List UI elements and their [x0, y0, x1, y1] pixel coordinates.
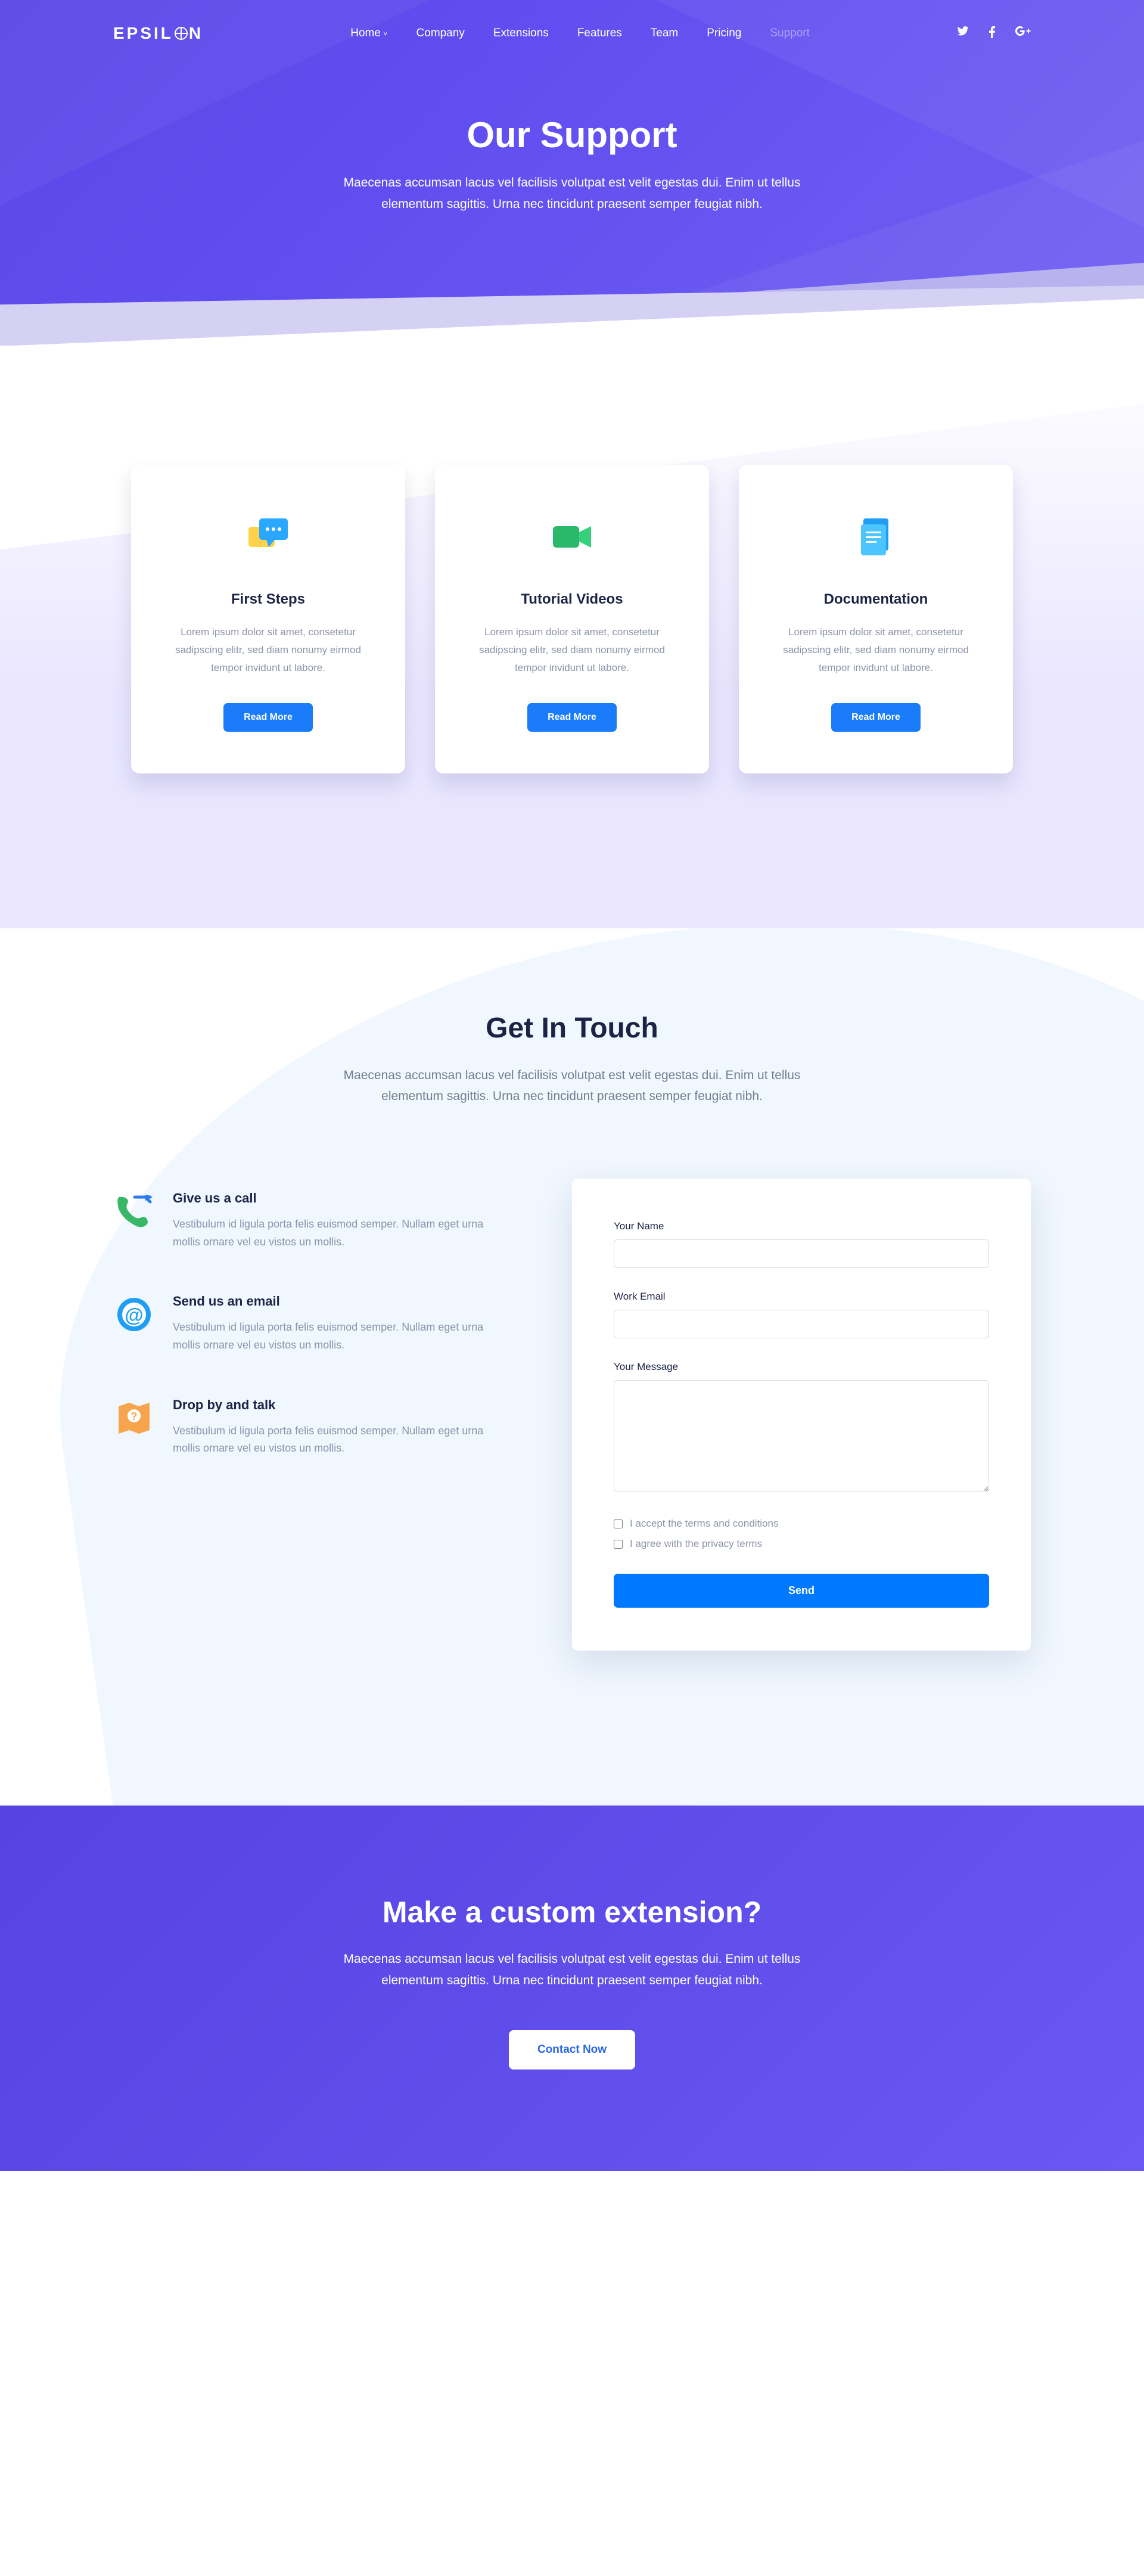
cta-button[interactable]: Contact Now — [509, 2030, 635, 2069]
info-call: Give us a call Vestibulum id ligula port… — [113, 1191, 548, 1251]
contact-title: Get In Touch — [0, 1012, 1144, 1045]
cta-section: Make a custom extension? Maecenas accums… — [0, 1806, 1144, 2171]
cta-subtitle: Maecenas accumsan lacus vel facilisis vo… — [325, 1949, 819, 1991]
info-title: Send us an email — [173, 1294, 489, 1309]
contact-info-col: Give us a call Vestibulum id ligula port… — [113, 1179, 548, 1651]
contact-section: Get In Touch Maecenas accumsan lacus vel… — [0, 928, 1144, 1806]
social-links — [957, 26, 1031, 41]
map-icon: ? — [113, 1397, 155, 1439]
chat-icon — [247, 516, 289, 558]
hero-title: Our Support — [0, 114, 1144, 156]
label-email: Work Email — [614, 1291, 989, 1303]
label-message: Your Message — [614, 1361, 989, 1373]
checkbox-privacy[interactable] — [614, 1540, 623, 1549]
phone-icon — [113, 1191, 155, 1232]
card-title: First Steps — [161, 591, 375, 608]
card-desc: Lorem ipsum dolor sit amet, consetetur s… — [465, 623, 679, 676]
info-desc: Vestibulum id ligula porta felis euismod… — [173, 1319, 489, 1354]
card-desc: Lorem ipsum dolor sit amet, consetetur s… — [769, 623, 983, 676]
contact-form: Your Name Work Email Your Message I acce… — [572, 1179, 1031, 1651]
cta-title: Make a custom extension? — [0, 1895, 1144, 1929]
info-desc: Vestibulum id ligula porta felis euismod… — [173, 1422, 489, 1458]
at-icon: @ — [113, 1294, 155, 1335]
nav-pricing[interactable]: Pricing — [707, 27, 741, 40]
checkbox-terms-label: I accept the terms and conditions — [630, 1518, 778, 1530]
globe-icon — [175, 27, 188, 40]
info-email: @ Send us an email Vestibulum id ligula … — [113, 1294, 548, 1354]
checkbox-terms[interactable] — [614, 1520, 623, 1528]
svg-text:@: @ — [125, 1304, 143, 1326]
facebook-icon[interactable] — [989, 26, 995, 41]
nav-features[interactable]: Features — [577, 27, 622, 40]
video-icon — [551, 516, 593, 558]
chevron-down-icon: ˅ — [383, 29, 388, 38]
info-title: Give us a call — [173, 1191, 489, 1206]
google-plus-icon[interactable] — [1015, 26, 1031, 41]
info-visit: ? Drop by and talk Vestibulum id ligula … — [113, 1397, 548, 1458]
card-title: Tutorial Videos — [465, 591, 679, 608]
document-icon — [855, 516, 897, 558]
main-nav: EPSILN Home˅ Company Extensions Features… — [113, 0, 1031, 43]
svg-text:?: ? — [131, 1410, 138, 1422]
help-cards-section: First Steps Lorem ipsum dolor sit amet, … — [0, 346, 1144, 928]
hero-subtitle: Maecenas accumsan lacus vel facilisis vo… — [325, 172, 819, 215]
nav-menu: Home˅ Company Extensions Features Team P… — [350, 27, 810, 40]
nav-company[interactable]: Company — [416, 27, 465, 40]
nav-support[interactable]: Support — [770, 27, 810, 40]
hero-angle-divider — [0, 263, 1144, 346]
card-first-steps: First Steps Lorem ipsum dolor sit amet, … — [131, 465, 405, 773]
card-tutorial-videos: Tutorial Videos Lorem ipsum dolor sit am… — [435, 465, 709, 773]
card-title: Documentation — [769, 591, 983, 608]
card-desc: Lorem ipsum dolor sit amet, consetetur s… — [161, 623, 375, 676]
info-title: Drop by and talk — [173, 1397, 489, 1413]
input-name[interactable] — [614, 1239, 989, 1268]
checkbox-privacy-label: I agree with the privacy terms — [630, 1538, 762, 1550]
send-button[interactable]: Send — [614, 1574, 989, 1608]
info-desc: Vestibulum id ligula porta felis euismod… — [173, 1216, 489, 1251]
page-tail — [0, 2171, 1144, 2576]
twitter-icon[interactable] — [957, 26, 969, 41]
input-message[interactable] — [614, 1380, 989, 1492]
hero-section: EPSILN Home˅ Company Extensions Features… — [0, 0, 1144, 346]
card-cta-button[interactable]: Read More — [223, 703, 313, 732]
nav-team[interactable]: Team — [651, 27, 678, 40]
card-cta-button[interactable]: Read More — [527, 703, 617, 732]
input-email[interactable] — [614, 1310, 989, 1338]
nav-home[interactable]: Home˅ — [350, 27, 387, 40]
card-cta-button[interactable]: Read More — [831, 703, 921, 732]
logo[interactable]: EPSILN — [113, 24, 203, 43]
contact-subtitle: Maecenas accumsan lacus vel facilisis vo… — [325, 1065, 819, 1107]
nav-extensions[interactable]: Extensions — [493, 27, 549, 40]
card-documentation: Documentation Lorem ipsum dolor sit amet… — [739, 465, 1013, 773]
label-name: Your Name — [614, 1220, 989, 1232]
